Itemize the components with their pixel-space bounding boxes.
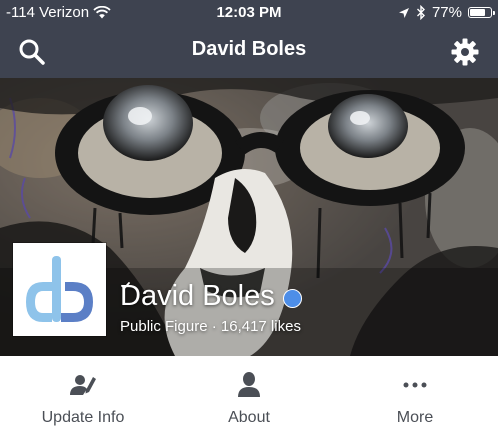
about-label: About <box>228 409 270 426</box>
location-arrow-icon <box>398 7 409 18</box>
bluetooth-icon <box>416 5 425 20</box>
battery-percent: 77% <box>431 4 462 21</box>
update-info-button[interactable]: Update Info <box>0 356 166 429</box>
page-meta: Public Figure · 16,417 likes <box>120 318 301 335</box>
page-action-bar: Update Info About More <box>0 356 498 429</box>
about-button[interactable]: About <box>166 356 332 429</box>
page-name-text: David Boles <box>120 280 275 312</box>
cover-photo[interactable]: David Boles Public Figure · 16,417 likes <box>0 78 498 356</box>
gear-icon[interactable] <box>450 37 480 67</box>
battery-fill <box>470 9 485 16</box>
db-logo <box>26 256 93 322</box>
person-icon <box>238 372 260 397</box>
meta-separator: · <box>211 318 217 335</box>
status-indicators: 77% <box>398 4 495 21</box>
page-title: David Boles <box>191 38 307 60</box>
status-bar: -114 Verizon 12:03 PM 77% <box>0 0 498 26</box>
edit-person-icon <box>70 375 96 395</box>
more-label: More <box>396 409 434 426</box>
more-dots-icon <box>403 382 427 388</box>
more-button[interactable]: More <box>332 356 498 429</box>
page-likes[interactable]: 16,417 likes <box>221 318 301 335</box>
update-info-label: Update Info <box>41 409 125 426</box>
page-name: David Boles <box>120 280 302 313</box>
app-header: -114 Verizon 12:03 PM 77% David Boles <box>0 0 498 78</box>
profile-picture[interactable] <box>13 243 106 336</box>
page-category: Public Figure <box>120 318 208 335</box>
verified-badge-icon <box>121 282 302 308</box>
battery-icon <box>468 7 495 18</box>
